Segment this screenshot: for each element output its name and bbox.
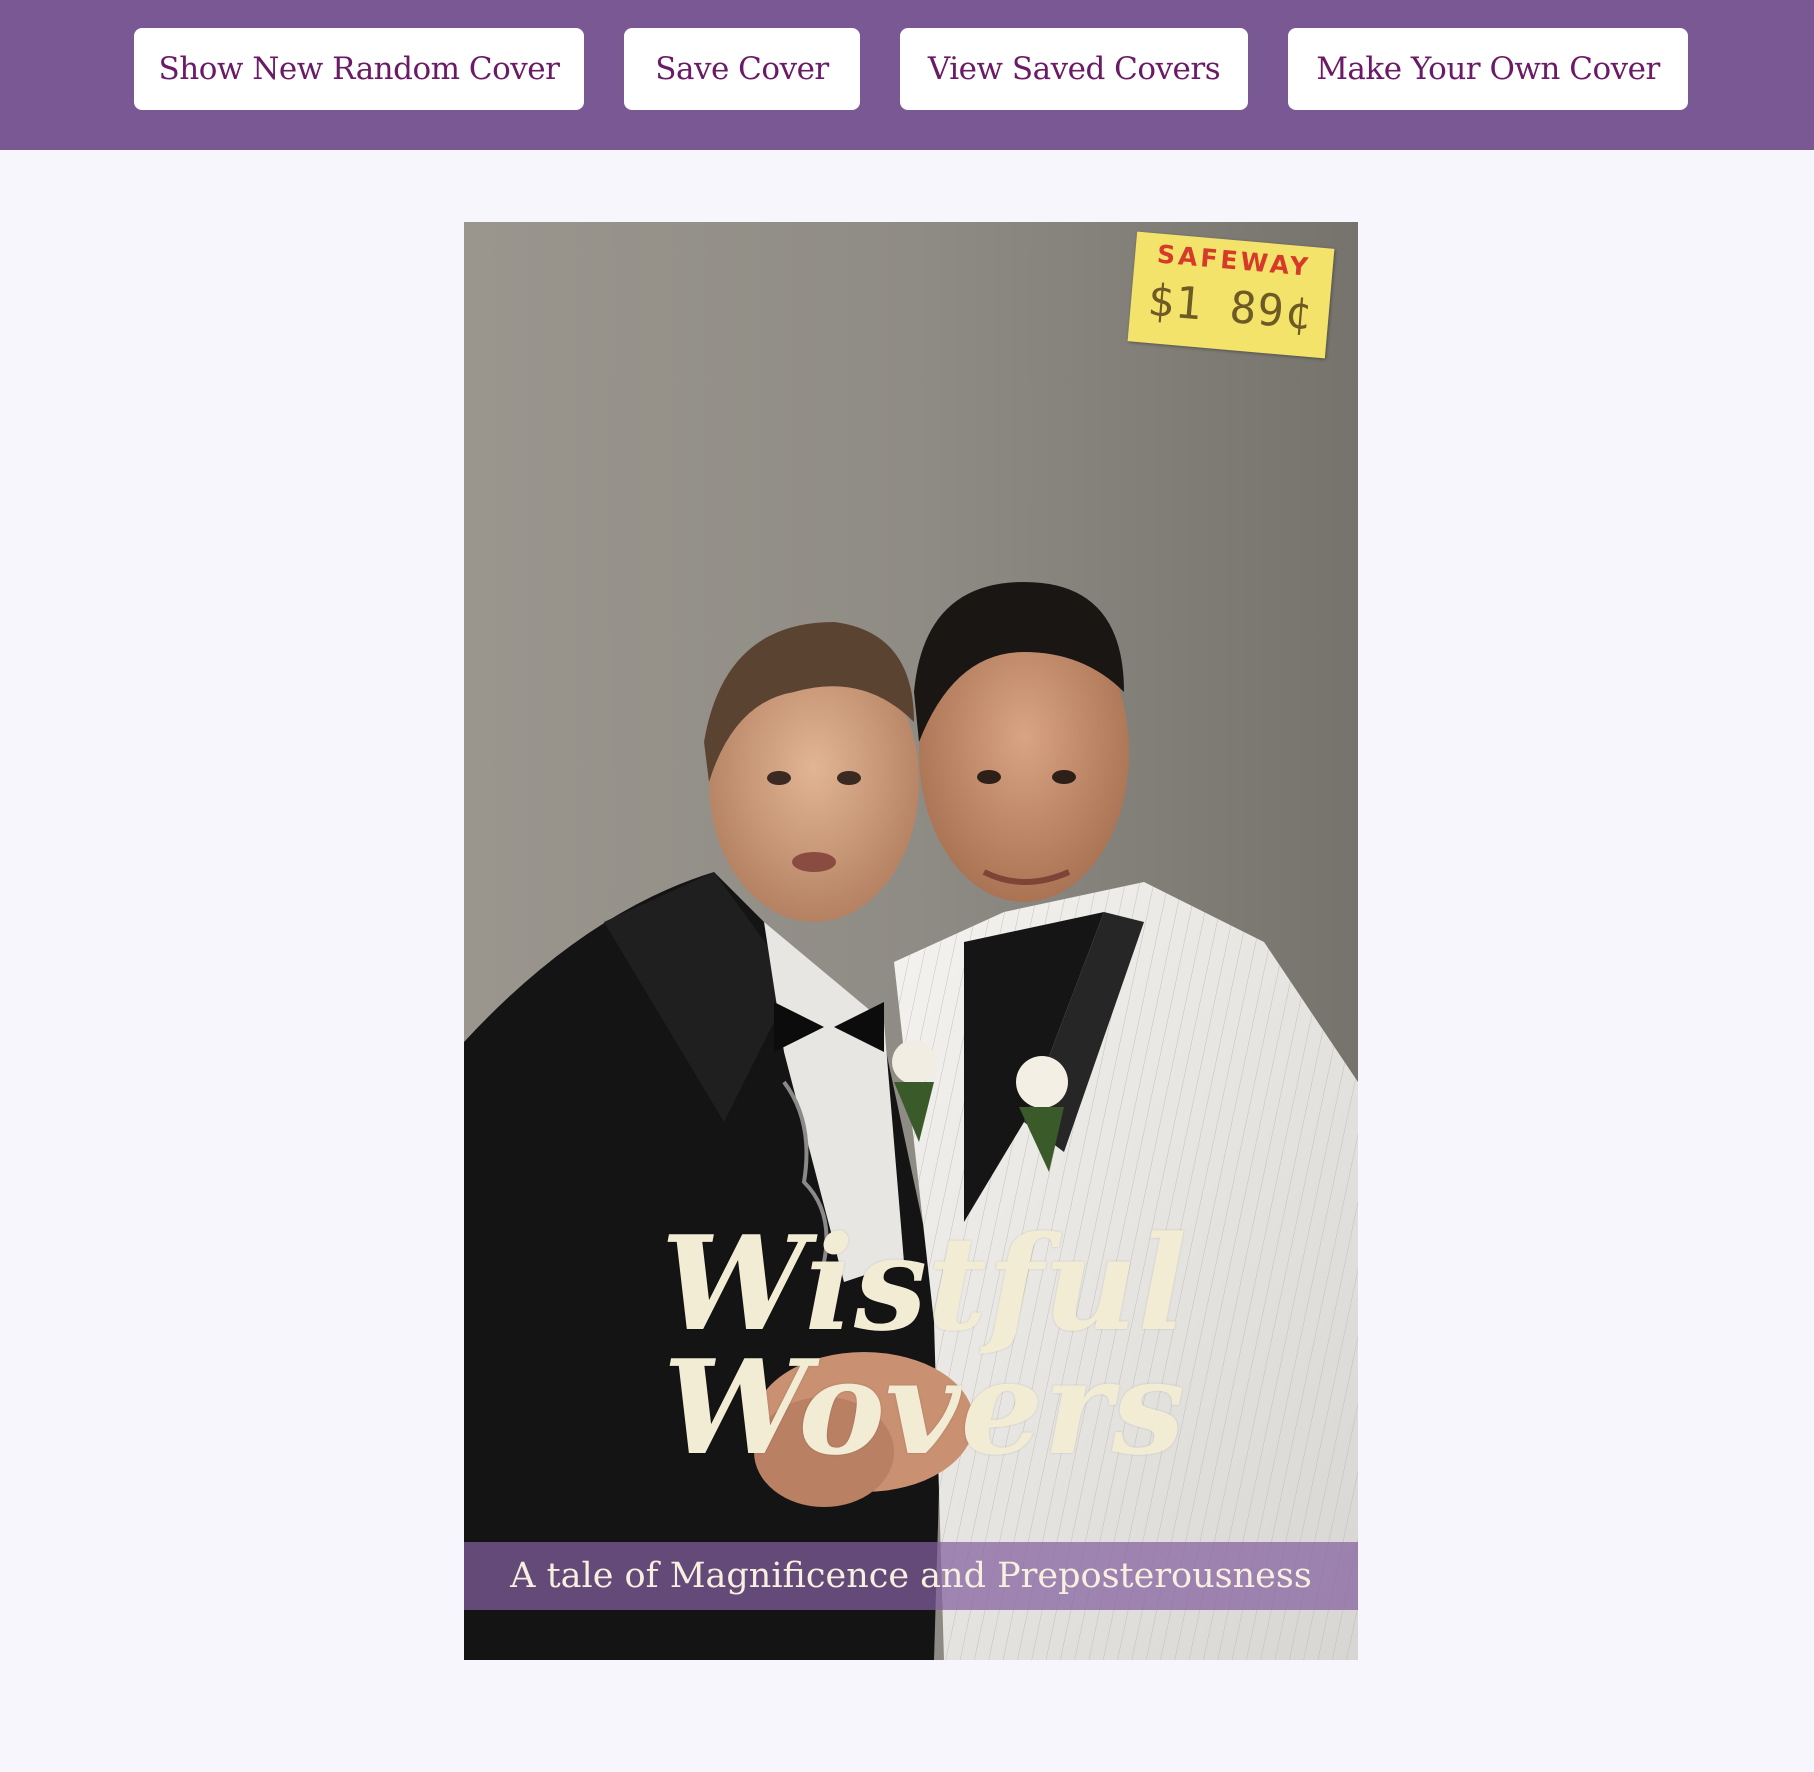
top-nav-bar: Show New Random Cover Save Cover View Sa… [0,0,1814,150]
save-cover-button[interactable]: Save Cover [624,28,860,110]
view-saved-covers-button[interactable]: View Saved Covers [900,28,1248,110]
show-new-random-cover-button[interactable]: Show New Random Cover [134,28,584,110]
make-your-own-cover-button[interactable]: Make Your Own Cover [1288,28,1688,110]
book-cover: SAFEWAY $1 89¢ Wistful Wovers A tale of … [464,222,1358,1660]
cover-tagline: A tale of Magnificence and Preposterousn… [510,1556,1312,1596]
price-sticker: SAFEWAY $1 89¢ [1127,231,1335,359]
cover-title: Wistful Wovers [660,1207,1188,1484]
price-sticker-price: $1 89¢ [1145,274,1315,341]
